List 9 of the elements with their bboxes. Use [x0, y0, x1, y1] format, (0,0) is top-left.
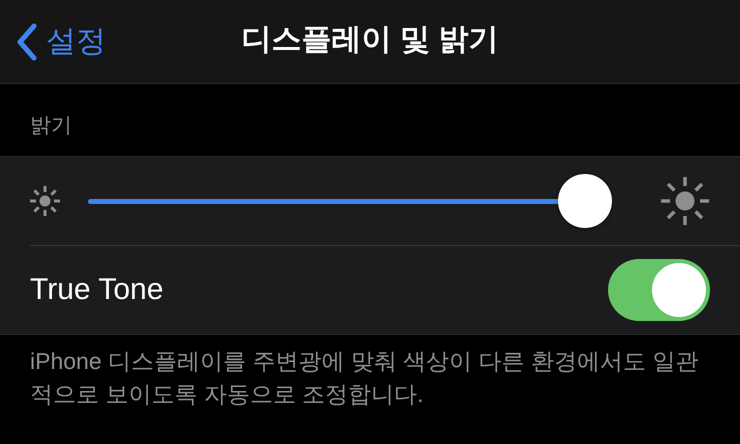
sun-small-icon: [29, 185, 61, 217]
screen-title: 디스플레이 및 밝기: [242, 22, 498, 58]
section-header: 밝기: [30, 113, 72, 139]
slider-thumb[interactable]: [558, 174, 612, 228]
footer-description: iPhone 디스플레이를 주변광에 맞춰 색상이 다른 환경에서도 일관적으로 보이도록 자동으로 조정합니다.: [30, 347, 700, 409]
true-tone-label: True Tone: [30, 273, 164, 307]
chevron-left-icon: [16, 22, 38, 60]
sun-large-icon: [660, 176, 710, 226]
back-button[interactable]: 설정: [0, 16, 106, 66]
